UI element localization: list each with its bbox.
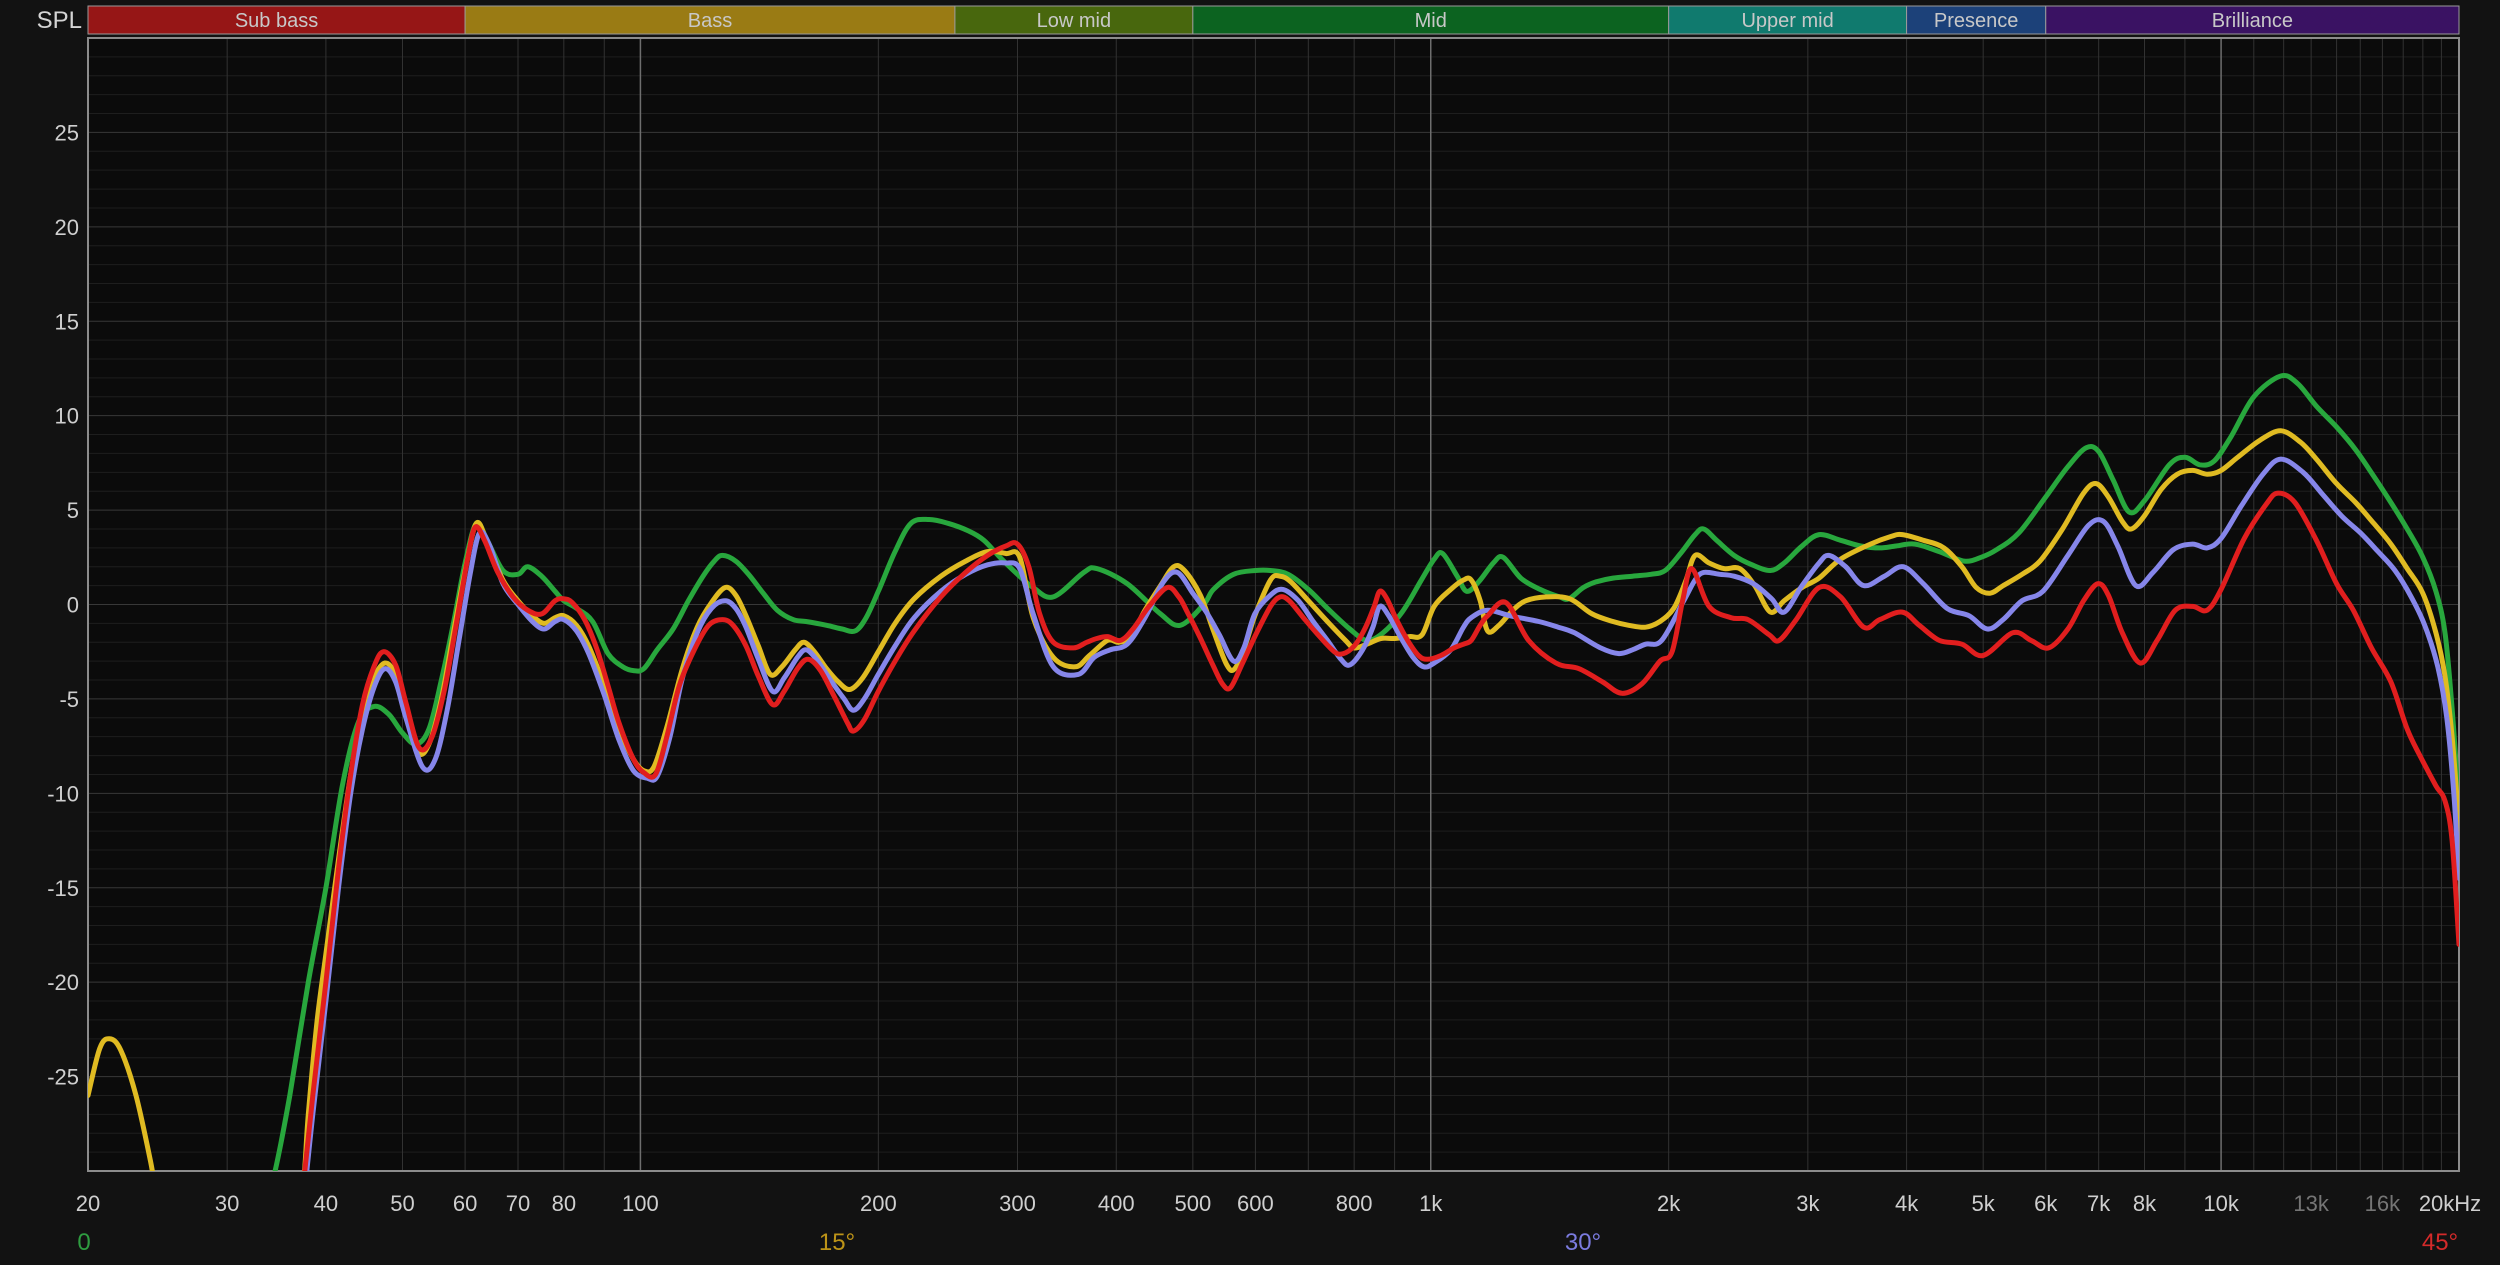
y-tick-label: 5 xyxy=(67,498,79,523)
band-label-1: Bass xyxy=(688,10,732,32)
x-tick-label: 80 xyxy=(552,1191,576,1216)
spl-measurement-app: SPL Sub bass Bass Low mid Mid Upper mid Presen… xyxy=(0,0,2500,1265)
band-label-6: Brilliance xyxy=(2212,10,2293,32)
band-label-3: Mid xyxy=(1415,10,1447,32)
x-tick-label: 5k xyxy=(1972,1191,1996,1216)
legend-item-45deg[interactable]: 45° xyxy=(2422,1229,2458,1256)
band-label-4: Upper mid xyxy=(1741,10,1833,32)
x-tick-label: 70 xyxy=(506,1191,530,1216)
x-tick-label: 6k xyxy=(2034,1191,2058,1216)
x-tick-label: 16k xyxy=(2365,1191,2401,1216)
x-tick-label: 7k xyxy=(2087,1191,2111,1216)
legend-item-15deg[interactable]: 15° xyxy=(819,1229,855,1256)
x-tick-label: 500 xyxy=(1174,1191,1211,1216)
x-tick-label: 60 xyxy=(453,1191,477,1216)
x-tick-label: 300 xyxy=(999,1191,1036,1216)
x-tick-label: 100 xyxy=(622,1191,659,1216)
x-tick-label: 1k xyxy=(1419,1191,1443,1216)
band-label-0: Sub bass xyxy=(235,10,318,32)
y-tick-label: -15 xyxy=(47,876,79,901)
y-tick-label: -10 xyxy=(47,781,79,806)
band-label-2: Low mid xyxy=(1037,10,1111,32)
x-tick-label: 50 xyxy=(390,1191,414,1216)
y-tick-label: -20 xyxy=(47,970,79,995)
x-tick-label: 8k xyxy=(2133,1191,2157,1216)
x-tick-label: 4k xyxy=(1895,1191,1919,1216)
x-tick-label: 20kHz xyxy=(2419,1191,2481,1216)
spl-axis-title: SPL xyxy=(37,7,82,34)
x-tick-label: 20 xyxy=(76,1191,100,1216)
y-tick-label: 25 xyxy=(55,120,79,145)
x-tick-label: 800 xyxy=(1336,1191,1373,1216)
y-tick-label: -25 xyxy=(47,1065,79,1090)
y-tick-label: 20 xyxy=(55,215,79,240)
x-tick-label: 13k xyxy=(2293,1191,2329,1216)
legend-item-0[interactable]: 0 xyxy=(77,1229,90,1256)
x-tick-label: 10k xyxy=(2203,1191,2239,1216)
x-tick-label: 400 xyxy=(1098,1191,1135,1216)
band-label-5: Presence xyxy=(1934,10,2019,32)
y-tick-label: 15 xyxy=(55,309,79,334)
x-tick-label: 30 xyxy=(215,1191,239,1216)
y-tick-label: 0 xyxy=(67,593,79,618)
spl-chart: SPL Sub bass Bass Low mid Mid Upper mid Presen… xyxy=(0,0,2500,1265)
x-tick-label: 2k xyxy=(1657,1191,1681,1216)
x-tick-label: 3k xyxy=(1796,1191,1820,1216)
y-tick-label: 10 xyxy=(55,404,79,429)
y-tick-label: -5 xyxy=(59,687,79,712)
x-tick-label: 200 xyxy=(860,1191,897,1216)
x-tick-label: 40 xyxy=(314,1191,338,1216)
x-tick-label: 600 xyxy=(1237,1191,1274,1216)
legend-item-30deg[interactable]: 30° xyxy=(1565,1229,1601,1256)
